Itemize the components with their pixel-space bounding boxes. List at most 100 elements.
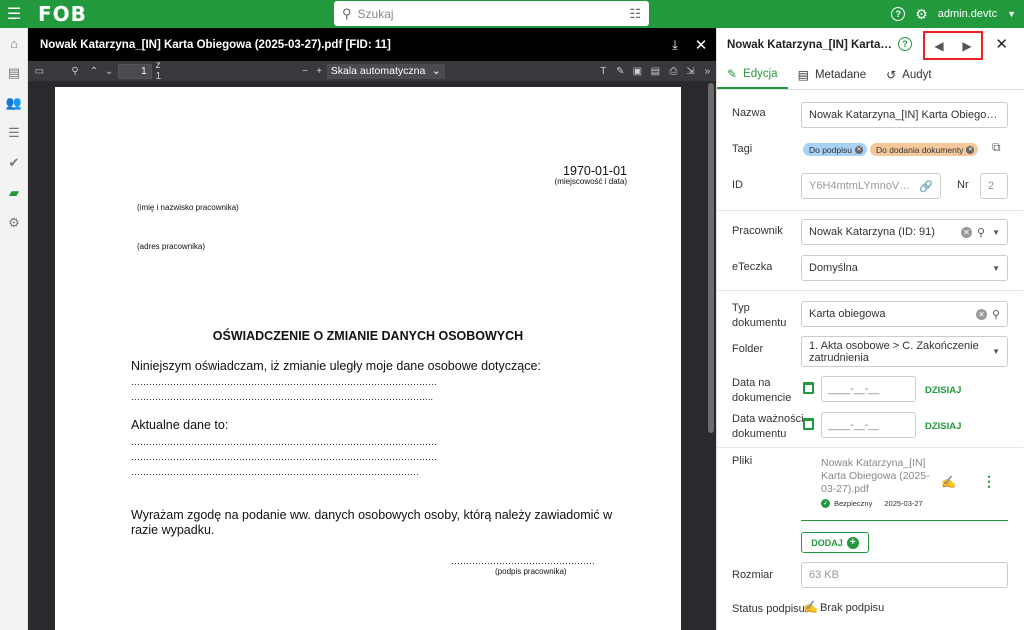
tab-edycja[interactable]: ✎ Edycja [717, 61, 788, 89]
chevron-down-icon[interactable]: ▼ [1007, 9, 1016, 19]
close-icon[interactable]: ✕ [686, 36, 716, 54]
table-icon: ▤ [797, 68, 809, 82]
eteczka-select[interactable]: Domyślna ▼ [801, 255, 1008, 281]
doc-sign-dots: ………………………………………… [451, 556, 595, 566]
search-input[interactable]: Szukaj [358, 7, 630, 21]
id-label: ID [732, 179, 743, 191]
name-input[interactable]: Nowak Katarzyna_[IN] Karta Obiegowa (202… [801, 102, 1008, 128]
validity-input[interactable]: ____-__-__ [821, 412, 916, 438]
export-icon[interactable]: ⇲ [682, 61, 699, 81]
file-name[interactable]: Nowak Katarzyna_[IN] Karta Obiegowa (202… [821, 457, 931, 496]
validity-value: ____-__-__ [828, 419, 880, 431]
scrollbar[interactable] [708, 83, 714, 433]
pdf-toolbar: ▭ ⚲ ⌃ ⌄ 1 z 1 − + Skala automatyczna ⌄ T … [28, 60, 716, 82]
add-file-button[interactable]: DODAJ + [801, 532, 869, 553]
chevron-up-icon[interactable]: ⌃ [87, 61, 100, 81]
zoom-in-icon[interactable]: + [312, 61, 327, 81]
doc-dots: ………………………………………………………………………………………… [131, 437, 437, 447]
chevron-down-icon[interactable]: ▼ [992, 228, 1000, 237]
settings-icon[interactable]: ⚙ [0, 208, 28, 238]
today-button[interactable]: DZISIAJ [925, 421, 961, 432]
chevron-down-icon[interactable]: ▼ [992, 347, 1000, 356]
tag-chip[interactable]: Do podpisu ✕ [803, 143, 868, 156]
file-item[interactable]: Nowak Katarzyna_[IN] Karta Obiegowa (202… [801, 449, 1008, 521]
help-icon[interactable]: ? [898, 37, 912, 51]
chevron-down-icon[interactable]: ▼ [992, 264, 1000, 273]
search-icon[interactable]: ⚲ [992, 308, 1000, 321]
calendar-icon[interactable] [803, 418, 814, 430]
validity-label: Data ważności [732, 413, 804, 425]
folder-select[interactable]: 1. Akta osobowe > C. Zakończenie zatrudni… [801, 336, 1008, 367]
user-name[interactable]: admin.devtc [938, 8, 997, 20]
signature-icon: ✍ [803, 600, 818, 614]
signature-icon[interactable]: ✍ [941, 475, 956, 489]
type-value: Karta obiegowa [809, 308, 886, 320]
doc-address-caption: (adres pracownika) [137, 242, 206, 251]
close-icon[interactable]: ✕ [855, 145, 864, 154]
type-select[interactable]: Karta obiegowa ✕ ⚲ [801, 301, 1008, 327]
help-icon[interactable]: ? [891, 7, 906, 21]
chevron-down-icon[interactable]: ⌄ [101, 61, 118, 81]
text-tool-icon[interactable]: T [595, 61, 612, 81]
sidebar-toggle-icon[interactable]: ▭ [28, 61, 51, 81]
id-value: Y6H4mtmLYmnoV3Ao5... [809, 180, 915, 192]
size-value: 63 KB [809, 569, 839, 581]
calendar-icon[interactable] [803, 382, 814, 394]
download-icon[interactable]: ⤓ [664, 37, 686, 53]
document-icon[interactable]: ▤ [0, 58, 28, 88]
panel-header: Nowak Katarzyna_[IN] Karta Obi... ? ◀ ▶ … [717, 28, 1024, 61]
today-button[interactable]: DZISIAJ [925, 385, 961, 396]
save-icon[interactable]: ▤ [646, 61, 665, 81]
type-label: Typ [732, 302, 750, 314]
close-icon[interactable]: ✕ [966, 145, 975, 154]
search-icon[interactable]: ⚲ [63, 61, 88, 81]
previous-icon[interactable]: ◀ [934, 39, 943, 53]
page-number-input[interactable]: 1 [117, 63, 152, 79]
folder-icon[interactable]: ▰ [0, 178, 28, 208]
people-icon[interactable]: 👥 [0, 88, 28, 118]
tab-metadane[interactable]: ▤ Metadane [788, 61, 877, 89]
tab-audyt[interactable]: ↺ Audyt [876, 61, 941, 89]
viewer-header: Nowak Katarzyna_[IN] Karta Obiegowa (202… [28, 28, 716, 61]
doc-date-caption: (miejscowość i data) [554, 177, 627, 186]
side-nav: ⌂ ▤ 👥 ☰ ✔ ▰ ⚙ [0, 28, 28, 630]
nr-value: 2 [988, 180, 995, 192]
filter-settings-icon[interactable]: ☷ [629, 6, 641, 22]
doc-intro: Niniejszym oświadczam, iż zmianie uległy… [131, 359, 541, 373]
print-icon[interactable]: ⎙ [665, 61, 682, 81]
pdf-canvas[interactable]: 1970-01-01 (miejscowość i data) (imię i … [28, 81, 716, 630]
check-icon: ✓ [821, 499, 830, 508]
docdate-value: ____-__-__ [828, 383, 880, 395]
next-icon[interactable]: ▶ [962, 39, 971, 53]
search-icon[interactable]: ⚲ [977, 226, 985, 239]
zoom-out-icon[interactable]: − [298, 61, 311, 81]
search-box[interactable]: ⚲ Szukaj ☷ [334, 1, 649, 26]
tag-label: Do podpisu [809, 144, 853, 155]
status-badge: ✓ Bezpieczny 2025-03-27 [821, 499, 923, 508]
more-tools-icon[interactable]: » [699, 61, 716, 81]
draw-tool-icon[interactable]: ✎ [612, 61, 629, 81]
check-circle-icon[interactable]: ✔ [0, 148, 28, 178]
nr-input[interactable]: 2 [980, 173, 1008, 199]
copy-icon[interactable]: ⧉ [992, 140, 1001, 155]
link-icon[interactable]: 🔗 [919, 180, 933, 193]
more-options-icon[interactable]: ⋮ [982, 473, 996, 490]
home-icon[interactable]: ⌂ [0, 28, 28, 58]
tag-chip[interactable]: Do dodania dokumenty ✕ [870, 143, 979, 156]
id-input[interactable]: Y6H4mtmLYmnoV3Ao5... 🔗 [801, 173, 941, 199]
doc-current-label: Aktualne dane to: [131, 418, 229, 432]
app-logo[interactable]: FOB [38, 2, 87, 26]
close-icon[interactable]: ✕ [995, 35, 1008, 53]
clear-icon[interactable]: ✕ [961, 226, 973, 238]
zoom-select[interactable]: Skala automatyczna ⌄ [326, 63, 445, 79]
docdate-input[interactable]: ____-__-__ [821, 376, 916, 402]
page-total: z 1 [155, 60, 162, 82]
clear-icon[interactable]: ✕ [975, 308, 987, 320]
doc-dots: ………………………………………………………………………………………… [131, 452, 437, 462]
employee-select[interactable]: Nowak Katarzyna (ID: 91) ✕ ⚲ ▼ [801, 219, 1008, 245]
gear-icon[interactable]: ⚙ [915, 6, 928, 23]
list-icon[interactable]: ☰ [0, 118, 28, 148]
eteczka-value: Domyślna [809, 262, 858, 274]
menu-icon[interactable]: ☰ [0, 0, 28, 28]
image-tool-icon[interactable]: ▣ [629, 61, 646, 81]
